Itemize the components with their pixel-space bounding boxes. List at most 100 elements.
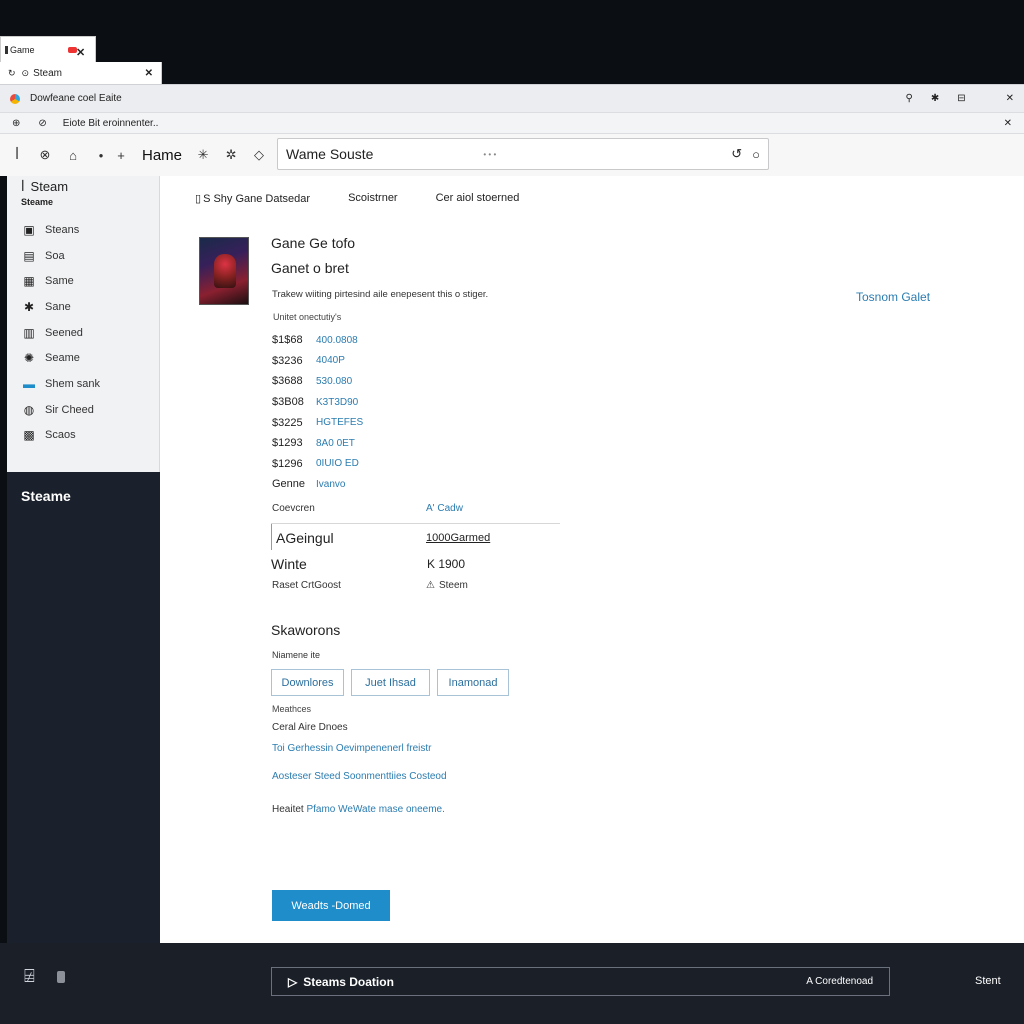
game-subtitle: Ganet o bret <box>271 260 349 276</box>
price-row: $1$68 400.0808 <box>272 330 472 351</box>
brand-label: Steam <box>30 179 69 194</box>
bookmark-link[interactable]: Eiote Bit eroinnenter.. <box>63 118 159 129</box>
game-description: Trakew wiiting pirtesind aile enepesent … <box>272 289 489 300</box>
home-label[interactable]: Hame <box>142 147 182 164</box>
sidebar-item-label: Sane <box>45 300 71 313</box>
document-icon: ▦ <box>23 274 35 289</box>
sidebar-item[interactable]: ▥ Seened <box>7 320 159 346</box>
search-icon[interactable]: ○ <box>752 147 760 162</box>
subnav-item-game-database[interactable]: ▯ S Shy Gane Datsedar <box>195 192 310 206</box>
detail-label: Winte <box>271 556 307 572</box>
details-header-left: Coevcren <box>272 503 315 514</box>
sidebar-dark-panel: Steame <box>7 472 160 943</box>
aside-link[interactable]: Tosnom Galet <box>856 290 930 304</box>
price-link[interactable]: 0IUIO ED <box>316 458 359 469</box>
sidebar: ꟾ Steam Steame ▣ Steans ▤ Soa ▦ Same ✱ Sane ▥ See… <box>7 176 160 472</box>
sidebar-subtitle: Steame <box>21 197 54 207</box>
browser-tab-steam[interactable]: ↻ ⊙ Steam ✕ <box>0 62 162 84</box>
loading-dots-icon: • • • <box>483 149 497 159</box>
price-value: $3236 <box>272 354 303 367</box>
price-link[interactable]: HGTEFES <box>316 417 363 428</box>
gear-icon: ✱ <box>23 299 35 314</box>
close-bar-icon[interactable]: ✕ <box>1004 118 1012 129</box>
refresh-icon[interactable]: ↺ <box>731 146 742 162</box>
address-input[interactable]: Wame Souste <box>286 146 373 162</box>
detail-value[interactable]: 1000Garmed <box>426 532 490 544</box>
price-row: $3688 530.080 <box>272 371 472 392</box>
subnav-item-stored[interactable]: Cer aiol stoerned <box>436 192 520 205</box>
sidebar-item-label: Scaos <box>45 429 76 442</box>
text-cursor <box>271 524 272 550</box>
new-tab-icon[interactable]: + <box>114 148 128 163</box>
bookmark-icon[interactable]: ⊕ <box>12 118 20 129</box>
close-window-icon[interactable]: ✕ <box>1006 93 1014 104</box>
address-bar[interactable]: Wame Souste • • • ↺ ○ <box>277 138 769 170</box>
box-icon: ▩ <box>23 428 35 443</box>
tab-label: Steam <box>33 67 62 79</box>
sidebar-dark-label: Steame <box>21 488 71 504</box>
forward-icon[interactable]: ⊗ <box>38 147 52 163</box>
footer-right-label[interactable]: Stent <box>975 975 1001 987</box>
close-tab-icon[interactable]: ✕ <box>145 68 153 79</box>
back-icon[interactable]: ꟾ <box>10 147 24 163</box>
section-title: Skaworons <box>271 622 341 638</box>
price-link[interactable]: 400.0808 <box>316 335 358 346</box>
sidebar-item[interactable]: ▤ Soa <box>7 243 159 269</box>
action-buttons: Downlores Juet Ihsad Inamonad <box>271 669 509 696</box>
sidebar-item-label: Same <box>45 275 74 288</box>
steam-tray-icon[interactable]: ⍯ <box>24 966 48 992</box>
price-row: $3225 HGTEFES <box>272 412 472 433</box>
tab-favicon-icon <box>5 45 8 54</box>
subnav-item-customer[interactable]: Scoistrner <box>348 192 398 205</box>
sync-icon[interactable]: ✲ <box>224 147 238 163</box>
downloads-button[interactable]: Downlores <box>271 669 344 696</box>
price-link[interactable]: 8A0 0ET <box>316 438 355 449</box>
close-tab-icon[interactable]: ✕ <box>76 46 85 59</box>
star-icon[interactable]: ✳ <box>196 147 210 163</box>
sidebar-item[interactable]: ▬ Shem sank <box>7 371 159 397</box>
restore-icon[interactable]: ⊟ <box>957 93 965 104</box>
settings-icon[interactable]: ✱ <box>931 93 939 104</box>
primary-action-button[interactable]: Weadts -Domed <box>272 890 390 921</box>
history-icon[interactable]: ⊘ <box>38 118 46 129</box>
play-icon: ▷ <box>288 974 298 989</box>
detail-value: K 1900 <box>427 557 466 571</box>
sidebar-brand[interactable]: ꟾ Steam <box>7 176 159 197</box>
info-link[interactable]: Aosteser Steed Soonmenttiies Costeod <box>272 771 447 782</box>
sidebar-item[interactable]: ✺ Seame <box>7 345 159 371</box>
just-install-button[interactable]: Juet Ihsad <box>351 669 430 696</box>
meta-subtitle: Ceral Aire Dnoes <box>272 722 348 733</box>
price-link[interactable]: Ivanvo <box>316 479 345 490</box>
price-list: $1$68 400.0808 $3236 4040P $3688 530.080 $3B08… <box>272 330 472 495</box>
price-value: Genne <box>272 478 306 491</box>
status-dot-icon <box>57 971 65 983</box>
home-icon[interactable]: ⌂ <box>66 148 80 163</box>
bookmark-bar: ⊕ ⊘ Eiote Bit eroinnenter.. ✕ <box>0 112 1024 134</box>
note-prefix: Heaitet <box>272 804 304 815</box>
sidebar-item[interactable]: ▩ Scaos <box>7 423 159 449</box>
sidebar-item[interactable]: ◍ Sir Cheed <box>7 397 159 423</box>
price-row: $1296 0IUIO ED <box>272 454 472 475</box>
sidebar-item[interactable]: ▦ Same <box>7 268 159 294</box>
price-row: $1293 8A0 0ET <box>272 433 472 454</box>
sidebar-item[interactable]: ▣ Steans <box>7 217 159 243</box>
footer-status-bar[interactable]: ▷ Steams Doation A Coredtenoad <box>271 967 890 996</box>
detail-label: Raset CrtGoost <box>272 580 341 591</box>
price-link[interactable]: 4040P <box>316 355 345 366</box>
price-row: $3B08 K3T3D90 <box>272 392 472 413</box>
section-subtitle: Niamene ite <box>272 650 321 660</box>
download-button[interactable]: Inamonad <box>437 669 509 696</box>
tab-label: Game <box>10 44 35 55</box>
price-link[interactable]: K3T3D90 <box>316 397 358 408</box>
person-icon: ✺ <box>23 351 35 366</box>
info-link[interactable]: Toi Gerhessin Oevimpenenerl freistr <box>272 743 432 754</box>
meta-label: Meathces <box>272 704 312 714</box>
sidebar-item[interactable]: ✱ Sane <box>7 294 159 320</box>
extensions-icon[interactable]: ⚲ <box>906 93 913 104</box>
details-header-right[interactable]: A' Cadw <box>426 503 463 514</box>
game-cover-image[interactable] <box>199 237 249 305</box>
price-link[interactable]: 530.080 <box>316 376 352 387</box>
shield-icon[interactable]: ◇ <box>252 147 266 163</box>
price-value: $1293 <box>272 437 303 450</box>
note-link[interactable]: Pfamo WeWate mase oneeme. <box>306 804 444 815</box>
